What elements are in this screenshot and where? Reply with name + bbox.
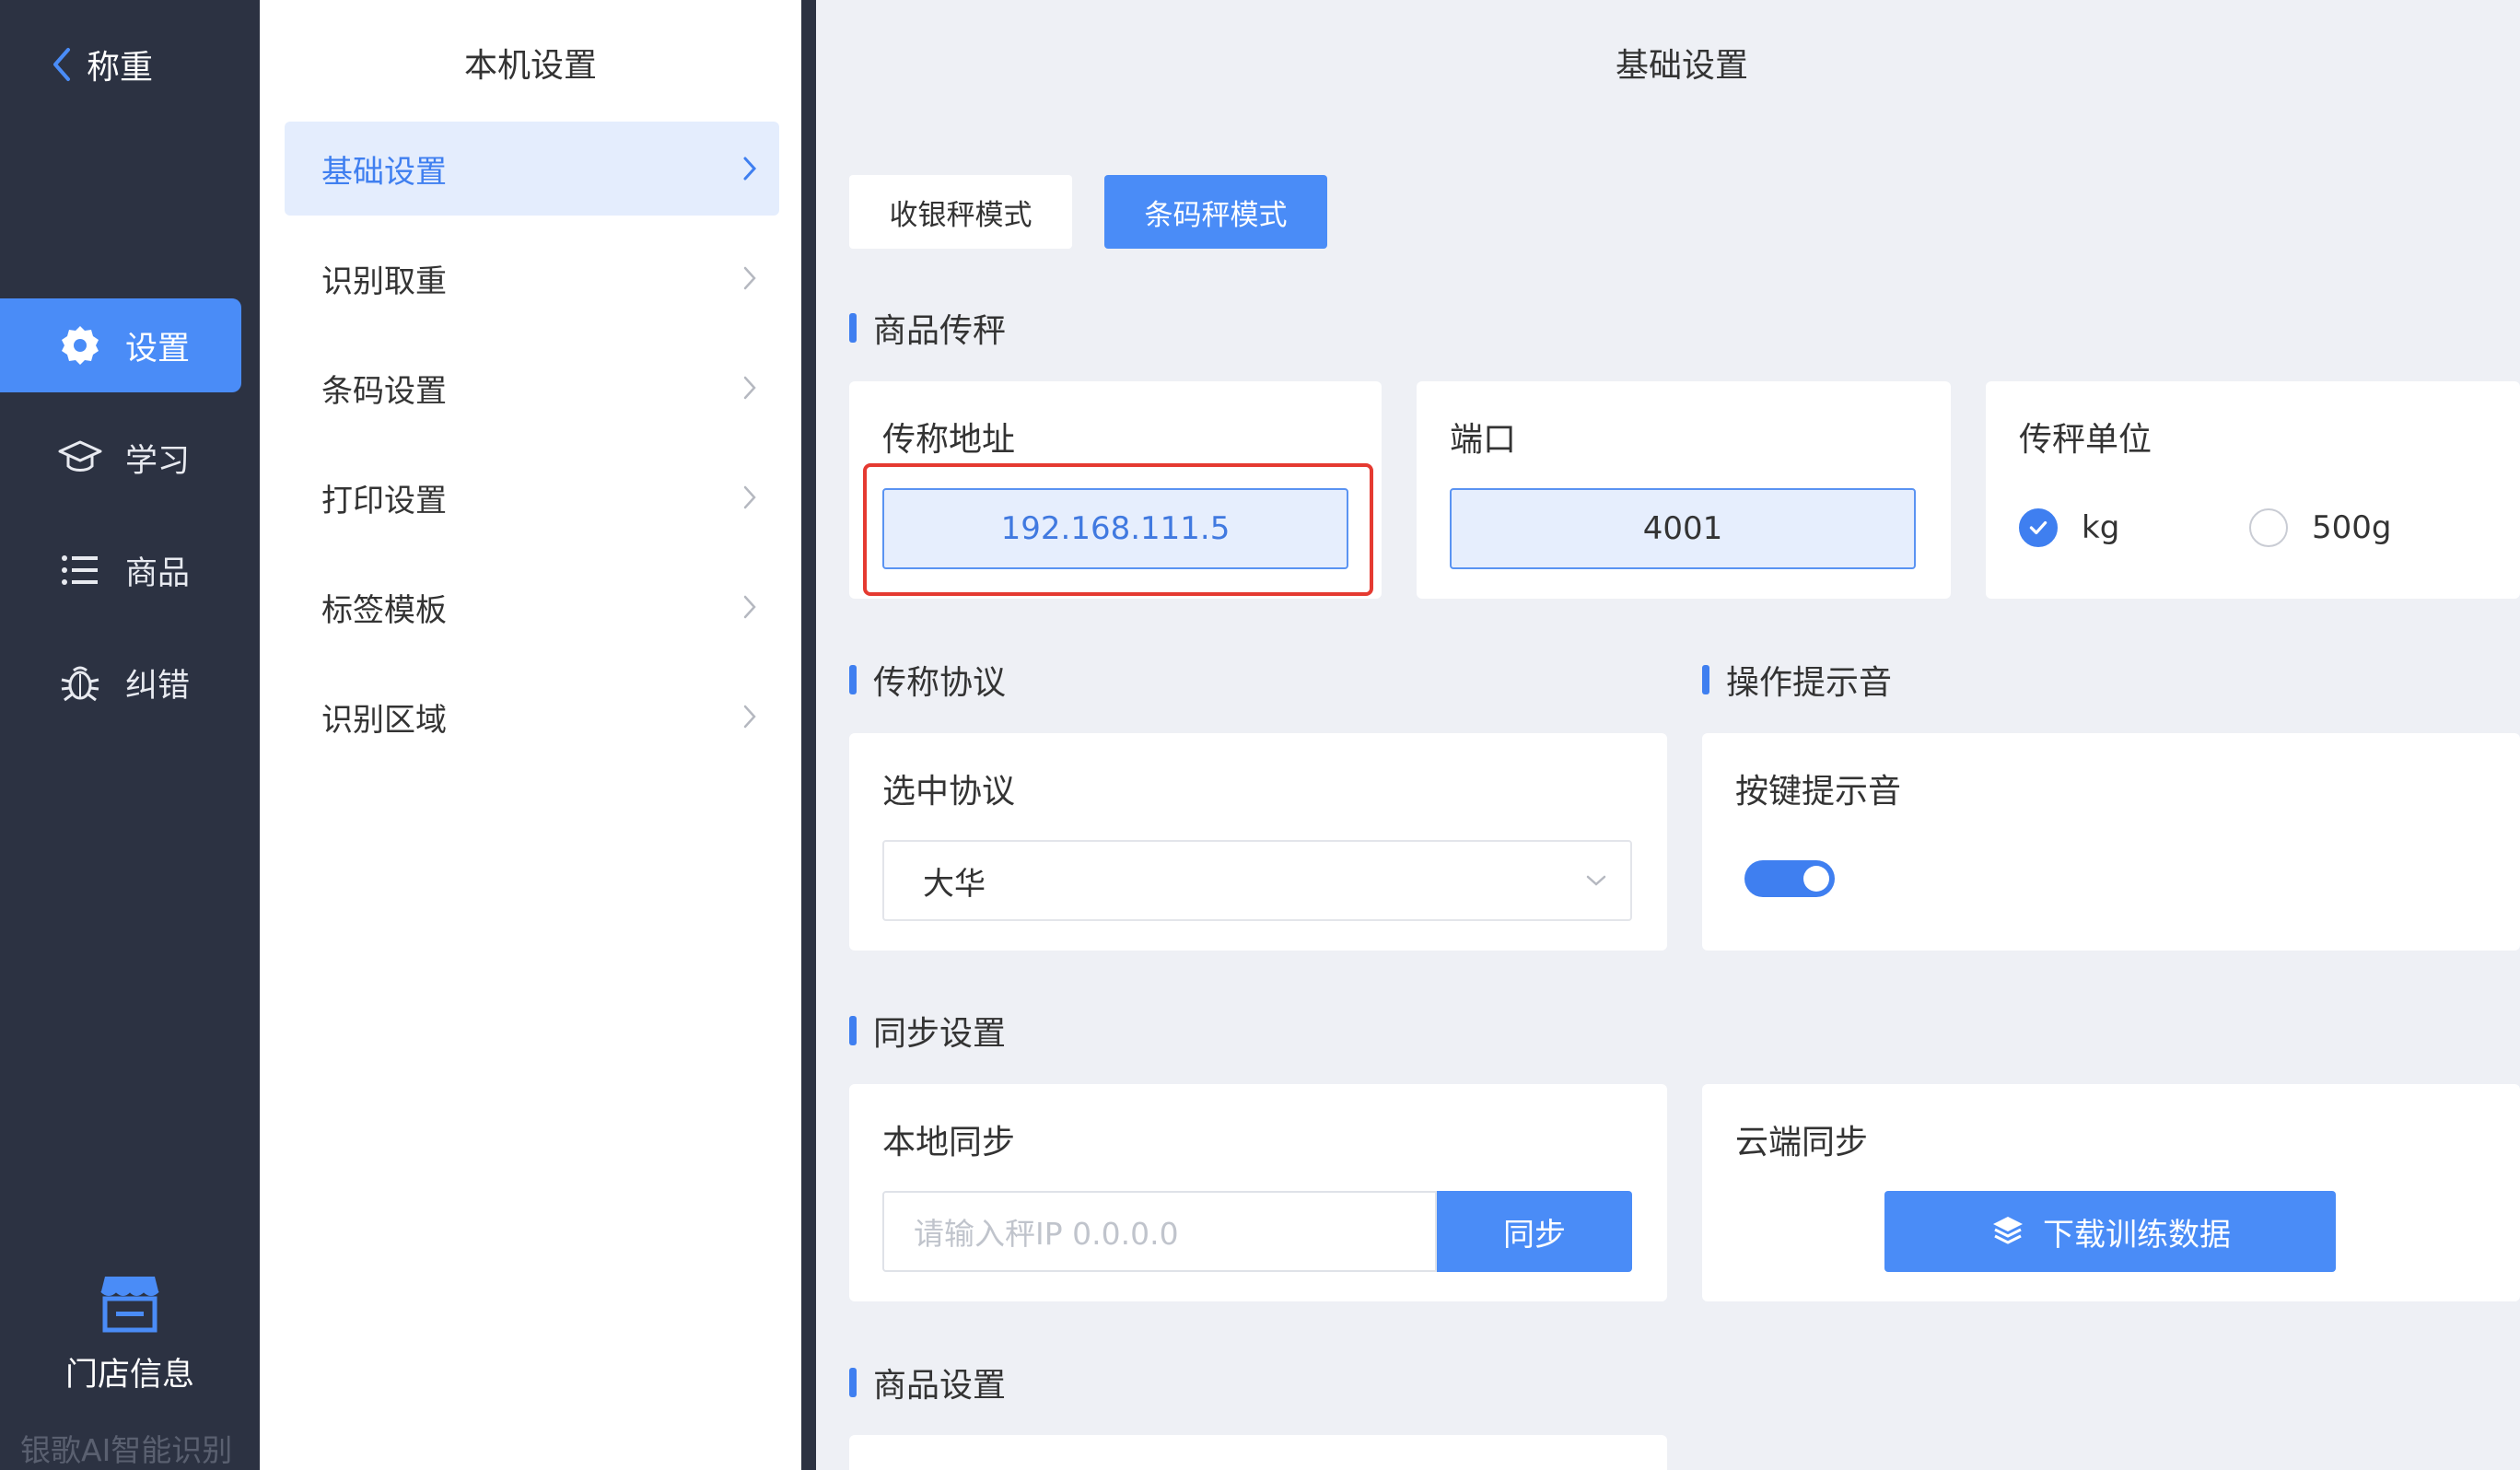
section-bar	[849, 665, 857, 694]
store-icon	[100, 1277, 159, 1333]
section-title-protocol: 传称协议	[849, 656, 1006, 704]
section-label: 商品传秤	[873, 312, 1007, 350]
check-icon	[2029, 520, 2048, 535]
tab-cashier-scale-mode[interactable]: 收银秤模式	[849, 175, 1072, 249]
nav-label-correction: 纠错	[125, 667, 191, 705]
local-sync-label: 本地同步	[882, 1124, 1016, 1161]
download-training-data-button[interactable]: 下载训练数据	[1884, 1191, 2336, 1272]
unit-radio-500g[interactable]: 500g	[2249, 508, 2391, 547]
protocol-value: 大华	[923, 865, 986, 903]
local-sync-card: 本地同步 请输入秤IP 0.0.0.0 同步	[849, 1084, 1667, 1301]
store-info-button[interactable]: 门店信息	[0, 1271, 260, 1395]
back-label: 称重	[87, 49, 154, 87]
chevron-right-icon	[743, 157, 757, 181]
section-bar	[1702, 665, 1709, 694]
unit-label: 传秤单位	[2019, 421, 2152, 459]
port-card: 端口 4001	[1417, 381, 1951, 599]
section-bar	[849, 313, 857, 343]
nav-item-correction[interactable]: 纠错	[0, 636, 241, 729]
unit-option-label: 500g	[2312, 509, 2392, 546]
sound-label: 按键提示音	[1735, 773, 1902, 811]
nav-label-learn: 学习	[125, 442, 191, 480]
section-title-sound: 操作提示音	[1702, 656, 1892, 704]
section-bar	[849, 1368, 857, 1397]
watermark-text: 银歌AI智能识别	[20, 1432, 233, 1468]
back-button[interactable]: 称重	[50, 41, 153, 88]
section-bar	[849, 1016, 857, 1045]
cloud-sync-card: 云端同步 下载训练数据	[1702, 1084, 2520, 1301]
section-label: 商品设置	[873, 1367, 1007, 1405]
menu-item-print[interactable]: 打印设置	[285, 450, 779, 544]
protocol-select[interactable]: 大华	[882, 840, 1632, 921]
unit-option-label: kg	[2082, 509, 2120, 546]
menu-label: 识别取重	[321, 262, 447, 300]
highlight-box	[863, 463, 1373, 596]
tab-barcode-scale-mode[interactable]: 条码秤模式	[1104, 175, 1327, 249]
chevron-left-icon	[53, 48, 70, 81]
menu-item-basic[interactable]: 基础设置	[285, 122, 779, 216]
main-content: 基础设置 收银秤模式 条码秤模式 商品传秤 传称地址 192.168.111.5…	[816, 0, 2520, 1470]
left-sidebar: 称重 设置 学习 商品 纠错 门店信息 银歌AI智能识别	[0, 0, 260, 1470]
menu-label: 标签模板	[321, 591, 447, 629]
section-title-goods: 商品设置	[849, 1359, 1006, 1406]
chevron-right-icon	[743, 485, 756, 509]
section-title-sync: 同步设置	[849, 1007, 1006, 1055]
nav-item-goods[interactable]: 商品	[0, 523, 241, 617]
menu-label: 识别区域	[321, 701, 447, 739]
section-label: 操作提示音	[1726, 664, 1893, 702]
port-label: 端口	[1450, 421, 1517, 459]
menu-item-label-template[interactable]: 标签模板	[285, 560, 779, 654]
layers-icon	[1993, 1217, 2023, 1244]
goods-settings-card	[849, 1435, 1667, 1470]
section-title-transfer: 商品传秤	[849, 304, 1006, 352]
protocol-card: 选中协议 大华	[849, 733, 1667, 951]
gear-icon	[62, 326, 99, 365]
menu-label: 条码设置	[321, 372, 447, 410]
section-label: 同步设置	[873, 1015, 1007, 1053]
menu-label: 基础设置	[321, 153, 447, 191]
chevron-right-icon	[743, 376, 756, 400]
section-label: 传称协议	[873, 664, 1007, 702]
chevron-right-icon	[743, 266, 756, 290]
protocol-label: 选中协议	[882, 773, 1016, 811]
unit-card: 传秤单位 kg 500g	[1986, 381, 2520, 599]
chevron-right-icon	[743, 595, 756, 619]
menu-item-recognition-area[interactable]: 识别区域	[285, 670, 779, 764]
nav-item-learn[interactable]: 学习	[0, 411, 241, 505]
nav-label-settings: 设置	[125, 330, 191, 368]
sound-card: 按键提示音	[1702, 733, 2520, 951]
chevron-right-icon	[743, 705, 756, 729]
nav-item-settings[interactable]: 设置	[0, 298, 241, 392]
store-label: 门店信息	[64, 1357, 194, 1394]
panel-divider	[801, 0, 816, 1470]
address-label: 传称地址	[882, 421, 1016, 459]
menu-item-recognition-weight[interactable]: 识别取重	[285, 231, 779, 325]
page-title: 基础设置	[1615, 47, 1748, 85]
menu-label: 打印设置	[321, 482, 447, 519]
scale-ip-input[interactable]: 请输入秤IP 0.0.0.0	[882, 1191, 1437, 1272]
radio-unchecked	[2249, 508, 2288, 547]
chevron-down-icon	[1586, 875, 1606, 886]
panel-title: 本机设置	[463, 47, 597, 85]
toggle-knob	[1803, 866, 1829, 892]
unit-radio-kg[interactable]: kg	[2019, 508, 2119, 547]
radio-checked	[2019, 508, 2058, 547]
menu-item-barcode[interactable]: 条码设置	[285, 341, 779, 435]
bug-icon	[61, 666, 99, 702]
sync-button[interactable]: 同步	[1437, 1191, 1632, 1272]
cloud-sync-label: 云端同步	[1735, 1124, 1869, 1161]
nav-label-goods: 商品	[125, 554, 191, 592]
download-button-label: 下载训练数据	[2043, 1216, 2231, 1254]
port-input[interactable]: 4001	[1450, 488, 1916, 569]
list-icon	[62, 555, 98, 585]
graduation-cap-icon	[58, 440, 102, 472]
sound-toggle[interactable]	[1744, 860, 1835, 897]
settings-menu-panel: 本机设置 基础设置 识别取重 条码设置 打印设置 标签模板 识别区域	[260, 0, 801, 1470]
